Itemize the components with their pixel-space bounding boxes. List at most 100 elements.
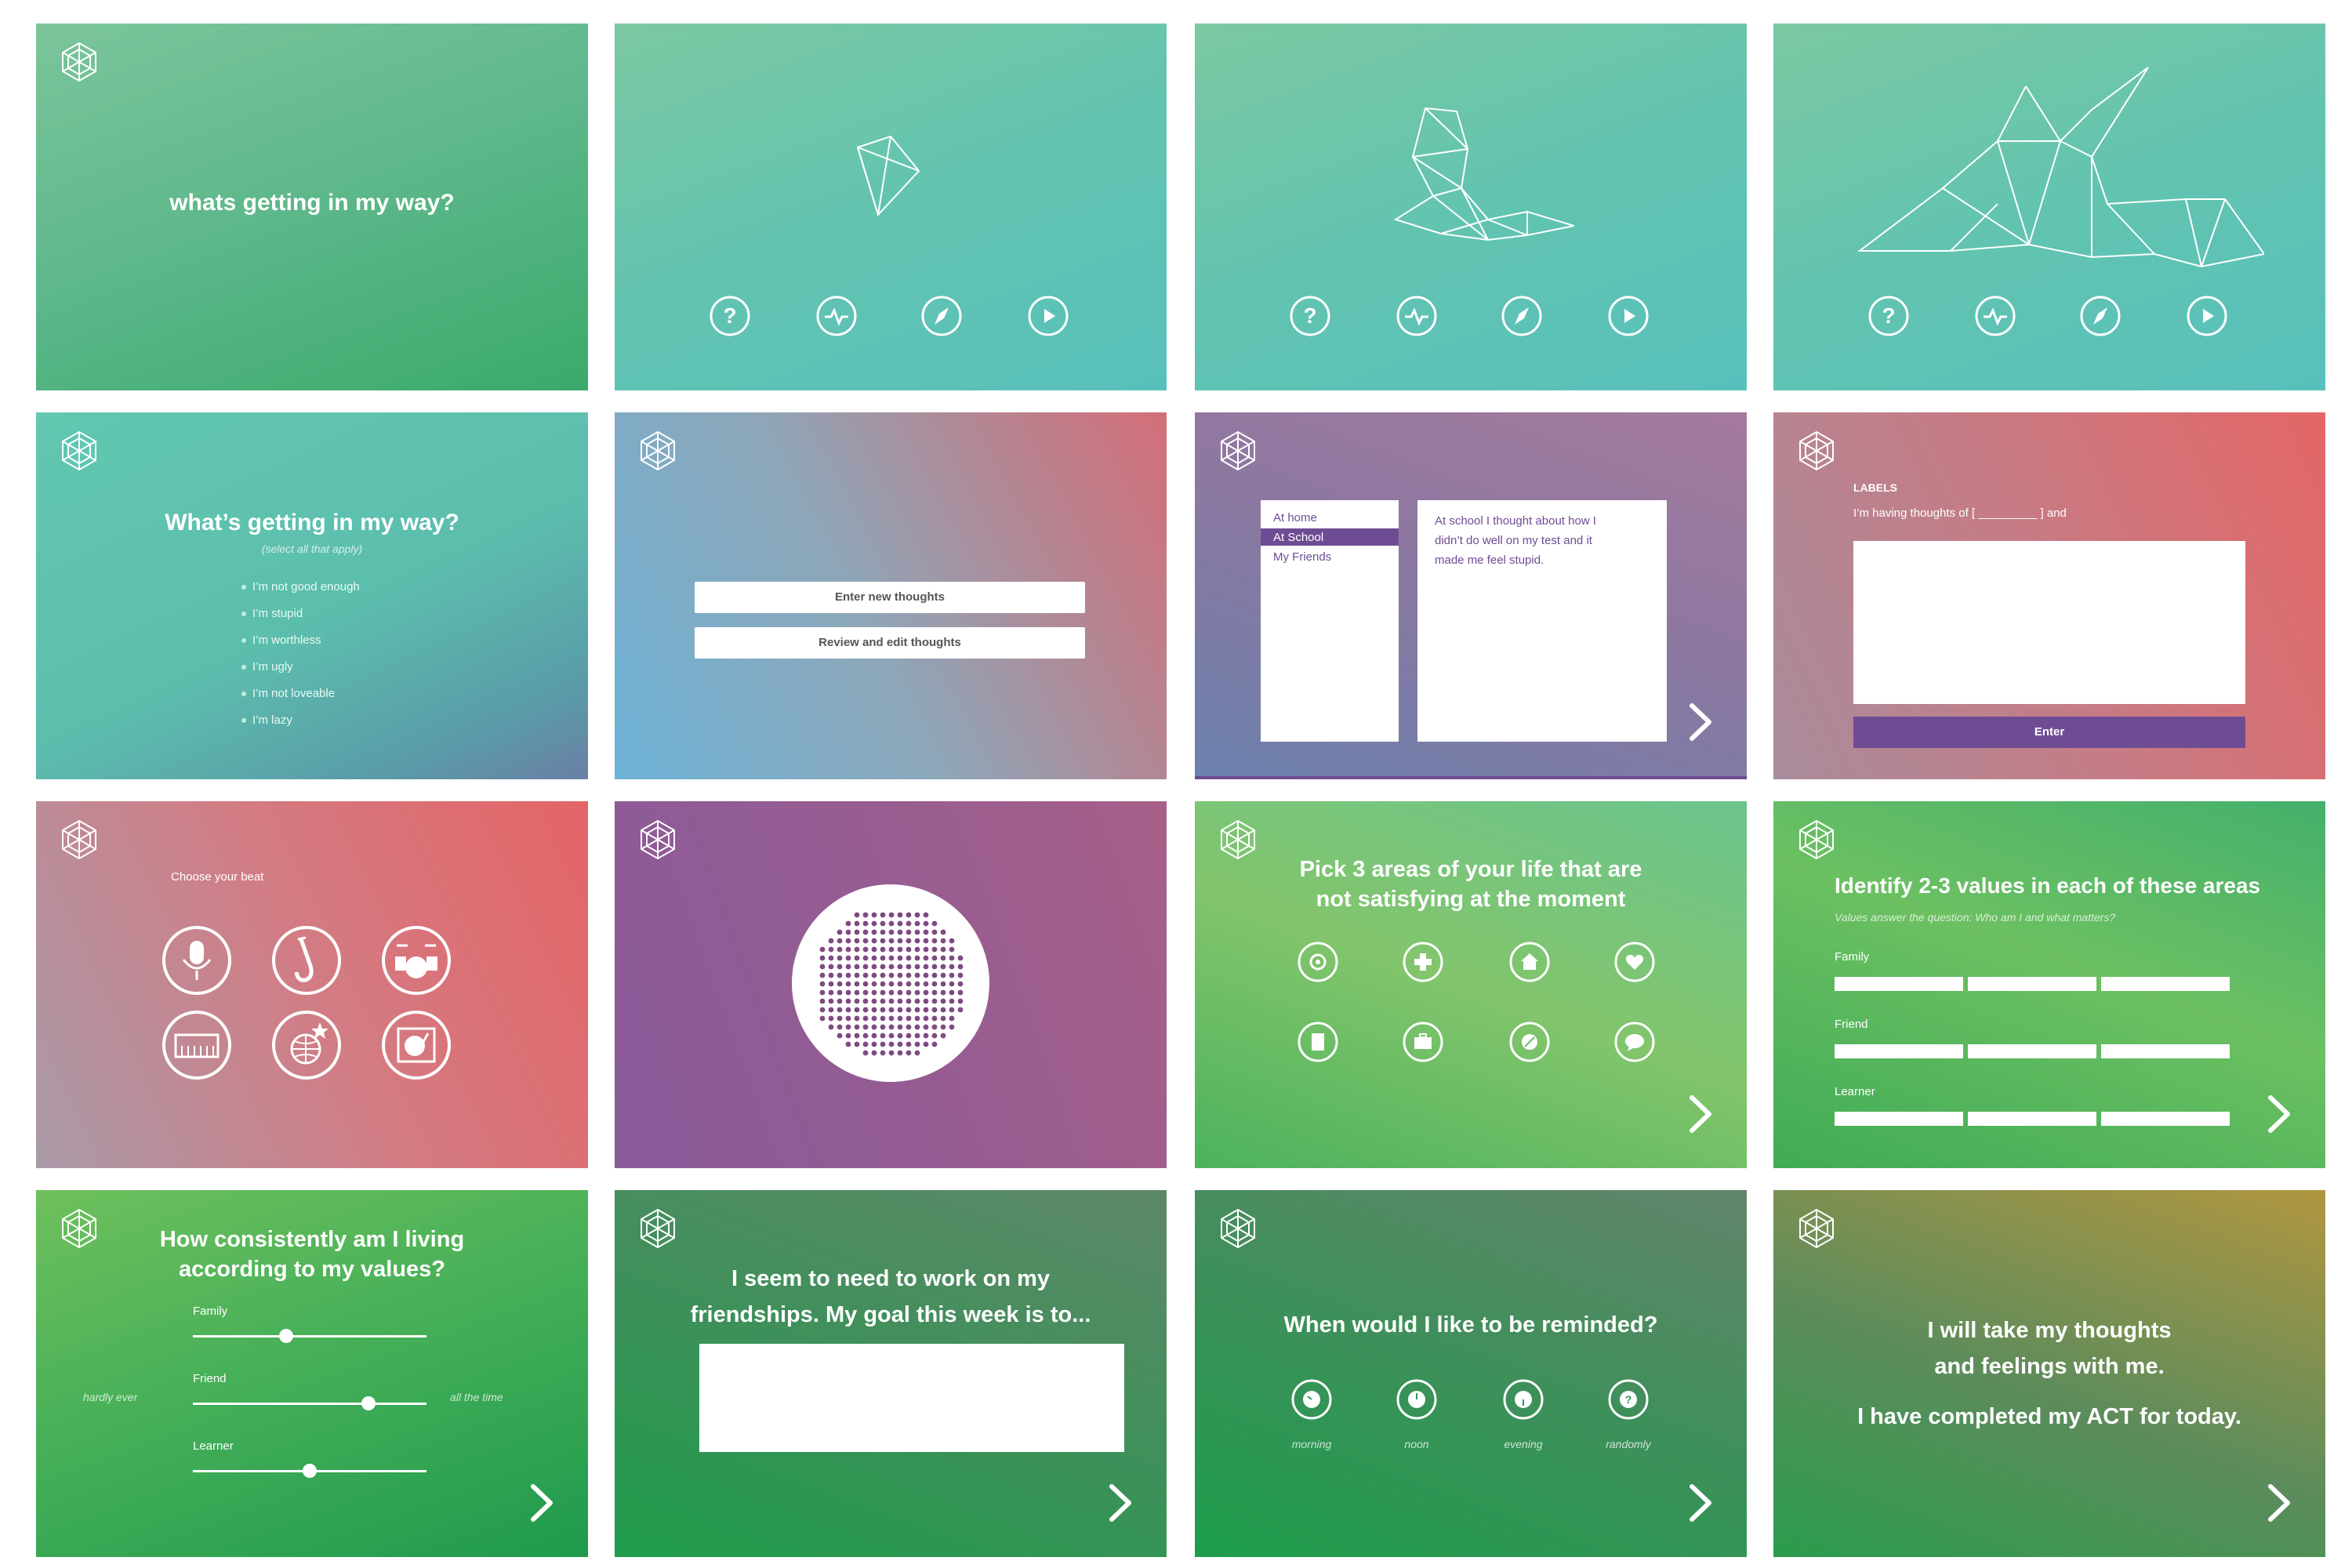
speaker-dot: [845, 972, 851, 978]
app-logo-icon[interactable]: [637, 430, 679, 472]
speaker-dot: [940, 938, 946, 944]
leaf-icon[interactable]: [1508, 1021, 1551, 1063]
value-field[interactable]: [2101, 1044, 2230, 1058]
next-arrow-icon[interactable]: [528, 1483, 555, 1523]
saxophone-icon[interactable]: [271, 925, 342, 996]
compass-icon[interactable]: [1501, 295, 1543, 337]
app-logo-icon[interactable]: [58, 430, 100, 472]
speaker-dot: [931, 998, 938, 1004]
random-clock-icon[interactable]: ?: [1607, 1378, 1650, 1421]
play-icon[interactable]: [2186, 295, 2228, 337]
slider-knob-family[interactable]: [279, 1329, 294, 1343]
labels-textarea[interactable]: [1853, 541, 2245, 704]
question-icon[interactable]: ?: [1289, 295, 1331, 337]
play-icon[interactable]: [1607, 295, 1650, 337]
pulse-chat-icon[interactable]: [815, 295, 858, 337]
enter-button[interactable]: Enter: [1853, 717, 2245, 748]
heart-icon[interactable]: [1613, 941, 1656, 983]
app-logo-icon[interactable]: [637, 818, 679, 861]
speaker-dot: [854, 1033, 860, 1039]
speaker-icon[interactable]: [792, 884, 989, 1082]
value-field[interactable]: [1968, 977, 2096, 991]
thought-textarea[interactable]: At school I thought about how I didn’t d…: [1417, 500, 1667, 742]
speaker-dot: [871, 912, 877, 918]
checklist-option[interactable]: I’m not good enough: [241, 580, 360, 593]
slider-knob-friend[interactable]: [361, 1396, 376, 1410]
keyboard-icon[interactable]: [162, 1010, 232, 1080]
checklist-option[interactable]: I’m not loveable: [241, 687, 335, 700]
speaker-dot: [914, 998, 920, 1004]
compass-icon[interactable]: [2079, 295, 2122, 337]
slider-knob-learner[interactable]: [303, 1464, 317, 1478]
checklist-option[interactable]: I’m lazy: [241, 713, 292, 727]
app-logo-icon[interactable]: [58, 41, 100, 83]
speaker-dot: [854, 938, 860, 944]
enter-new-thoughts-button[interactable]: Enter new thoughts: [695, 582, 1085, 613]
noon-clock-icon[interactable]: [1396, 1378, 1438, 1421]
drum-kit-icon[interactable]: [381, 925, 452, 996]
value-field[interactable]: [2101, 977, 2230, 991]
next-arrow-icon[interactable]: [1687, 1483, 1714, 1523]
home-icon[interactable]: [1508, 941, 1551, 983]
question-icon[interactable]: ?: [709, 295, 751, 337]
value-field[interactable]: [1835, 1044, 1963, 1058]
location-item-school[interactable]: At School: [1273, 531, 1323, 544]
morning-clock-icon[interactable]: [1290, 1378, 1333, 1421]
speaker-dot: [931, 920, 938, 927]
briefcase-icon[interactable]: [1402, 1021, 1444, 1063]
location-item-home[interactable]: At home: [1273, 511, 1317, 524]
chat-icon[interactable]: [1613, 1021, 1656, 1063]
speaker-dot: [957, 998, 964, 1004]
value-field[interactable]: [1835, 1112, 1963, 1126]
slider-track[interactable]: [193, 1335, 426, 1338]
speaker-dot: [897, 929, 903, 935]
location-item-friends[interactable]: My Friends: [1273, 550, 1331, 564]
svg-text:?: ?: [1882, 303, 1895, 328]
review-edit-thoughts-button[interactable]: Review and edit thoughts: [695, 627, 1085, 659]
speaker-dot: [862, 946, 869, 953]
area-label-learner: Learner: [1835, 1085, 1875, 1098]
checklist-option[interactable]: I’m ugly: [241, 660, 293, 673]
book-icon[interactable]: [1297, 1021, 1339, 1063]
next-arrow-icon[interactable]: [2266, 1094, 2292, 1134]
speaker-dot: [828, 989, 834, 996]
app-logo-icon[interactable]: [1795, 818, 1838, 861]
play-icon[interactable]: [1027, 295, 1069, 337]
app-logo-icon[interactable]: [637, 1207, 679, 1250]
microphone-icon[interactable]: [162, 925, 232, 996]
next-arrow-icon[interactable]: [1687, 1094, 1714, 1134]
question-icon[interactable]: ?: [1867, 295, 1910, 337]
next-arrow-icon[interactable]: [1687, 702, 1714, 742]
value-field[interactable]: [1968, 1044, 2096, 1058]
pulse-chat-icon[interactable]: [1396, 295, 1438, 337]
app-logo-icon[interactable]: [58, 818, 100, 861]
value-field[interactable]: [2101, 1112, 2230, 1126]
speaker-dot: [923, 998, 929, 1004]
checklist-option[interactable]: I’m worthless: [241, 633, 321, 647]
speaker-dot: [940, 972, 946, 978]
plus-icon[interactable]: [1402, 941, 1444, 983]
goal-textarea[interactable]: [699, 1344, 1124, 1452]
value-field[interactable]: [1968, 1112, 2096, 1126]
app-logo-icon[interactable]: [1217, 1207, 1259, 1250]
pulse-chat-icon[interactable]: [1974, 295, 2016, 337]
speaker-dot: [931, 989, 938, 996]
next-arrow-icon[interactable]: [1107, 1483, 1134, 1523]
speaker-dot: [897, 946, 903, 953]
speaker-dot: [914, 1033, 920, 1039]
target-icon[interactable]: [1297, 941, 1339, 983]
speaker-dot: [880, 989, 886, 996]
next-arrow-icon[interactable]: [2266, 1483, 2292, 1523]
turntable-icon[interactable]: [381, 1010, 452, 1080]
compass-icon[interactable]: [920, 295, 963, 337]
checklist-option[interactable]: I’m stupid: [241, 607, 303, 620]
evening-clock-icon[interactable]: [1502, 1378, 1544, 1421]
speaker-dot: [888, 1024, 895, 1030]
disco-ball-icon[interactable]: [271, 1010, 342, 1080]
value-field[interactable]: [1835, 977, 1963, 991]
speaker-dot: [931, 1007, 938, 1013]
app-logo-icon[interactable]: [1795, 430, 1838, 472]
app-logo-icon[interactable]: [1795, 1207, 1838, 1250]
slider-track[interactable]: [193, 1403, 426, 1405]
app-logo-icon[interactable]: [1217, 430, 1259, 472]
